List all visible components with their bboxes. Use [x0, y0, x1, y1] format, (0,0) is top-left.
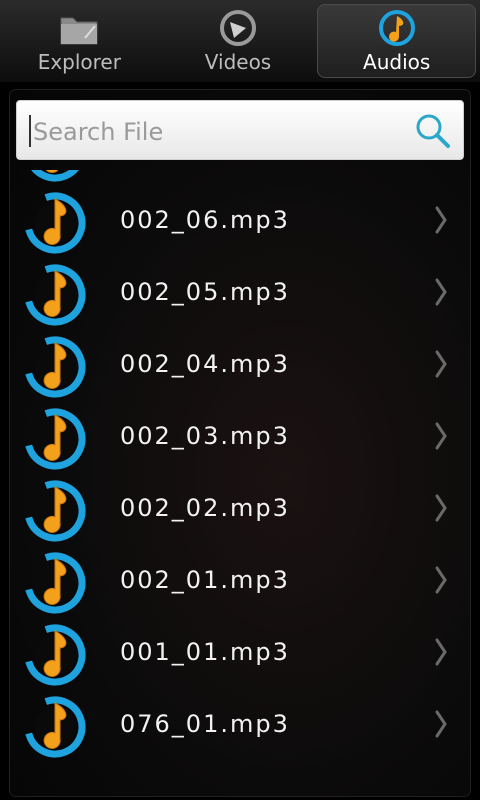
list-item[interactable]: 002_03.mp3: [10, 402, 470, 474]
search-input[interactable]: [31, 111, 405, 153]
file-panel: 002_07.mp3 002_06.mp3 002_05.mp3 002_04.mp3…: [10, 90, 470, 796]
list-item[interactable]: 002_05.mp3: [10, 258, 470, 330]
file-name: 002_05.mp3: [120, 278, 290, 306]
audio-file-icon: [24, 552, 86, 614]
audio-file-icon: [24, 170, 86, 182]
audio-file-icon: [24, 264, 86, 326]
list-item[interactable]: 002_06.mp3: [10, 186, 470, 258]
folder-icon: [60, 17, 98, 45]
file-name: 002_06.mp3: [120, 206, 290, 234]
search-icon[interactable]: [413, 111, 453, 151]
chevron-right-icon: [435, 278, 447, 306]
chevron-right-icon: [435, 566, 447, 594]
tab-audios[interactable]: Audios: [317, 4, 477, 78]
chevron-right-icon: [435, 494, 447, 522]
chevron-right-icon: [435, 422, 447, 450]
list-item[interactable]: 001_01.mp3: [10, 618, 470, 690]
chevron-right-icon: [435, 206, 447, 234]
file-name: 001_01.mp3: [120, 638, 290, 666]
audio-icon: [378, 10, 415, 46]
chevron-right-icon: [435, 710, 447, 738]
tab-label: Videos: [204, 50, 272, 74]
tab-label: Explorer: [37, 50, 121, 74]
list-item[interactable]: 002_02.mp3: [10, 474, 470, 546]
audio-file-icon: [24, 480, 86, 542]
file-name: 002_03.mp3: [120, 422, 290, 450]
tab-explorer[interactable]: Explorer: [0, 0, 159, 82]
video-icon: [220, 10, 256, 46]
list-item[interactable]: 002_01.mp3: [10, 546, 470, 618]
chevron-right-icon: [435, 350, 447, 378]
list-item[interactable]: 002_04.mp3: [10, 330, 470, 402]
audio-file-icon: [24, 624, 86, 686]
list-item[interactable]: 076_01.mp3: [10, 690, 470, 762]
file-name: 002_04.mp3: [120, 350, 290, 378]
audio-file-icon: [24, 696, 86, 758]
tab-bar: Explorer Videos Audios: [0, 0, 480, 82]
tab-label: Audios: [363, 50, 431, 74]
audio-file-icon: [24, 408, 86, 470]
audio-file-icon: [24, 192, 86, 254]
file-name: 002_02.mp3: [120, 494, 290, 522]
file-name: 076_01.mp3: [120, 710, 290, 738]
chevron-right-icon: [435, 638, 447, 666]
search-bar: [16, 100, 464, 160]
tab-videos[interactable]: Videos: [159, 0, 318, 82]
file-name: 002_01.mp3: [120, 566, 290, 594]
file-list[interactable]: 002_07.mp3 002_06.mp3 002_05.mp3 002_04.mp3…: [10, 170, 470, 796]
list-item[interactable]: 002_07.mp3: [10, 170, 470, 186]
audio-file-icon: [24, 336, 86, 398]
